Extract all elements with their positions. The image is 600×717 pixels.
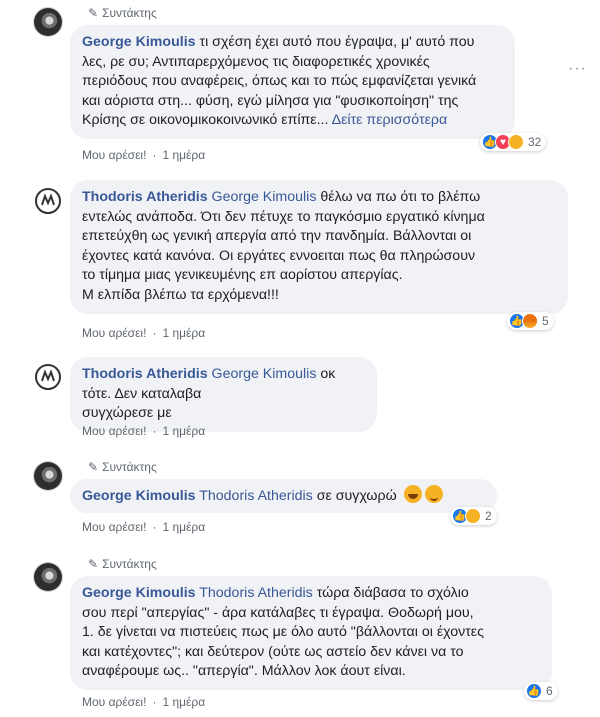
comment-text-line: τι σχέση έχει αυτό που έγραψα, μ' αυτό π… xyxy=(199,34,475,50)
avatar[interactable] xyxy=(34,8,62,36)
reaction-count: 6 xyxy=(546,684,553,698)
comment-author[interactable]: George Kimoulis xyxy=(82,585,196,601)
timestamp[interactable]: 1 ημέρα xyxy=(162,326,205,340)
timestamp[interactable]: 1 ημέρα xyxy=(162,520,205,534)
comment-text-line: τώρα διάβασα το σχόλιο xyxy=(316,585,469,601)
comment-text-line: περιόδους που αναφέρεις, όπως και το πώς… xyxy=(82,73,477,90)
comment-text-line: το τίμημα μιας γενικευμένης επ αορίστου … xyxy=(82,267,403,284)
comment-bubble: George Kimoulis τι σχέση έχει αυτό που έ… xyxy=(70,25,515,139)
like-button[interactable]: Μου αρέσει! xyxy=(82,326,146,340)
comment-text-line: συγχώρεσε με xyxy=(82,405,172,422)
reaction-summary[interactable]: 👍 2 xyxy=(450,507,497,525)
like-button[interactable]: Μου αρέσει! xyxy=(82,695,146,709)
comment-bubble: George Kimoulis Thodoris Atheridis τώρα … xyxy=(70,576,552,690)
sad-icon xyxy=(508,134,524,150)
comment-text-line: Μ ελπίδα βλέπω τα ερχόμενα!!! xyxy=(82,286,279,303)
avatar[interactable] xyxy=(34,462,62,490)
pencil-icon: ✎ xyxy=(88,6,99,20)
timestamp[interactable]: 1 ημέρα xyxy=(162,148,205,162)
like-button[interactable]: Μου αρέσει! xyxy=(82,148,146,162)
comment-actions: Μου αρέσει! · 1 ημέρα xyxy=(82,695,205,709)
see-more-link[interactable]: Δείτε περισσότερα xyxy=(332,112,448,128)
reaction-summary[interactable]: 👍 ♥ 32 xyxy=(480,133,547,151)
reaction-count: 2 xyxy=(485,509,492,523)
comment-text-line: σου περί "απεργίας" - άρα κατάλαβες τι έ… xyxy=(82,604,474,621)
separator: · xyxy=(152,424,157,438)
timestamp[interactable]: 1 ημέρα xyxy=(162,695,205,709)
comment-text-line: σε συγχωρώ xyxy=(316,488,397,504)
comment-actions: Μου αρέσει! · 1 ημέρα xyxy=(82,148,205,162)
comment-text-line: και κατέχοντες"; και δεύτερον (ούτε ως α… xyxy=(82,643,464,660)
comment-author[interactable]: Thodoris Atheridis xyxy=(82,189,208,205)
laughing-emoji-icon xyxy=(403,485,422,503)
like-button[interactable]: Μου αρέσει! xyxy=(82,424,146,438)
comment-text-line: 1. δε γίνεται να πιστεύεις πως με όλο αυ… xyxy=(82,624,484,641)
comment-text-line: επετεύχθη ως γενική απεργία από την πανδ… xyxy=(82,228,472,245)
comment-bubble: George Kimoulis Thodoris Atheridis σε συ… xyxy=(70,479,497,513)
comment-text-line: θέλω να πω ότι το βλέπω xyxy=(320,189,481,205)
separator: · xyxy=(152,695,157,709)
author-badge: ✎ Συντάκτης xyxy=(88,6,157,20)
comment-author[interactable]: George Kimoulis xyxy=(82,488,196,504)
mention-link[interactable]: Thodoris Atheridis xyxy=(199,488,313,504)
comment-actions: Μου αρέσει! · 1 ημέρα xyxy=(82,424,205,438)
avatar[interactable] xyxy=(34,563,62,591)
comment-text-line: Κρίσης σε οικονομικοκοινωνικό επίπε... xyxy=(82,112,332,129)
reaction-count: 5 xyxy=(542,314,549,328)
comment-text-line: και αόριστα στη... φύση, εγώ μίλησα για … xyxy=(82,92,459,109)
comment-bubble: Thodoris Atheridis George Kimoulis θέλω … xyxy=(70,180,568,314)
comment-bubble: Thodoris Atheridis George Kimoulis οκ τό… xyxy=(70,357,377,432)
comment-actions: Μου αρέσει! · 1 ημέρα xyxy=(82,520,205,534)
comment-text-line: λες, ρε συ; Αντιπαρερχόμενος τις διαφορε… xyxy=(82,53,430,70)
separator: · xyxy=(152,326,157,340)
comment-author[interactable]: Thodoris Atheridis xyxy=(82,366,208,382)
comment-text-line: αναφέρουμε ως.. "απεργία". Μάλλον λοκ άο… xyxy=(82,663,406,680)
author-badge: ✎ Συντάκτης xyxy=(88,460,157,474)
comment-actions: Μου αρέσει! · 1 ημέρα xyxy=(82,326,205,340)
avatar-logo-icon xyxy=(35,188,61,214)
comment-author[interactable]: George Kimoulis xyxy=(82,34,196,50)
like-button[interactable]: Μου αρέσει! xyxy=(82,520,146,534)
comment-text-line: εντελώς ανάποδα. Ότι δεν πέτυχε το παγκό… xyxy=(82,208,485,225)
separator: · xyxy=(152,148,157,162)
mention-link[interactable]: George Kimoulis xyxy=(212,366,317,382)
winking-emoji-icon xyxy=(424,485,443,503)
pencil-icon: ✎ xyxy=(88,460,99,474)
timestamp[interactable]: 1 ημέρα xyxy=(162,424,205,438)
separator: · xyxy=(152,520,157,534)
avatar[interactable] xyxy=(34,187,62,215)
avatar-logo-icon xyxy=(35,364,61,390)
pencil-icon: ✎ xyxy=(88,557,99,571)
angry-icon xyxy=(522,313,538,329)
mention-link[interactable]: George Kimoulis xyxy=(212,189,317,205)
comment-text-line: έχοντες κατά κανόνα. Οι εργάτες εννοειτα… xyxy=(82,247,476,264)
more-options-icon[interactable]: ··· xyxy=(568,60,587,78)
author-badge: ✎ Συντάκτης xyxy=(88,557,157,571)
like-icon: 👍 xyxy=(526,683,542,699)
avatar[interactable] xyxy=(34,363,62,391)
reaction-summary[interactable]: 👍 6 xyxy=(524,682,558,700)
haha-icon xyxy=(465,508,481,524)
reaction-summary[interactable]: 👍 5 xyxy=(507,312,554,330)
reaction-count: 32 xyxy=(528,135,542,149)
mention-link[interactable]: Thodoris Atheridis xyxy=(199,585,313,601)
